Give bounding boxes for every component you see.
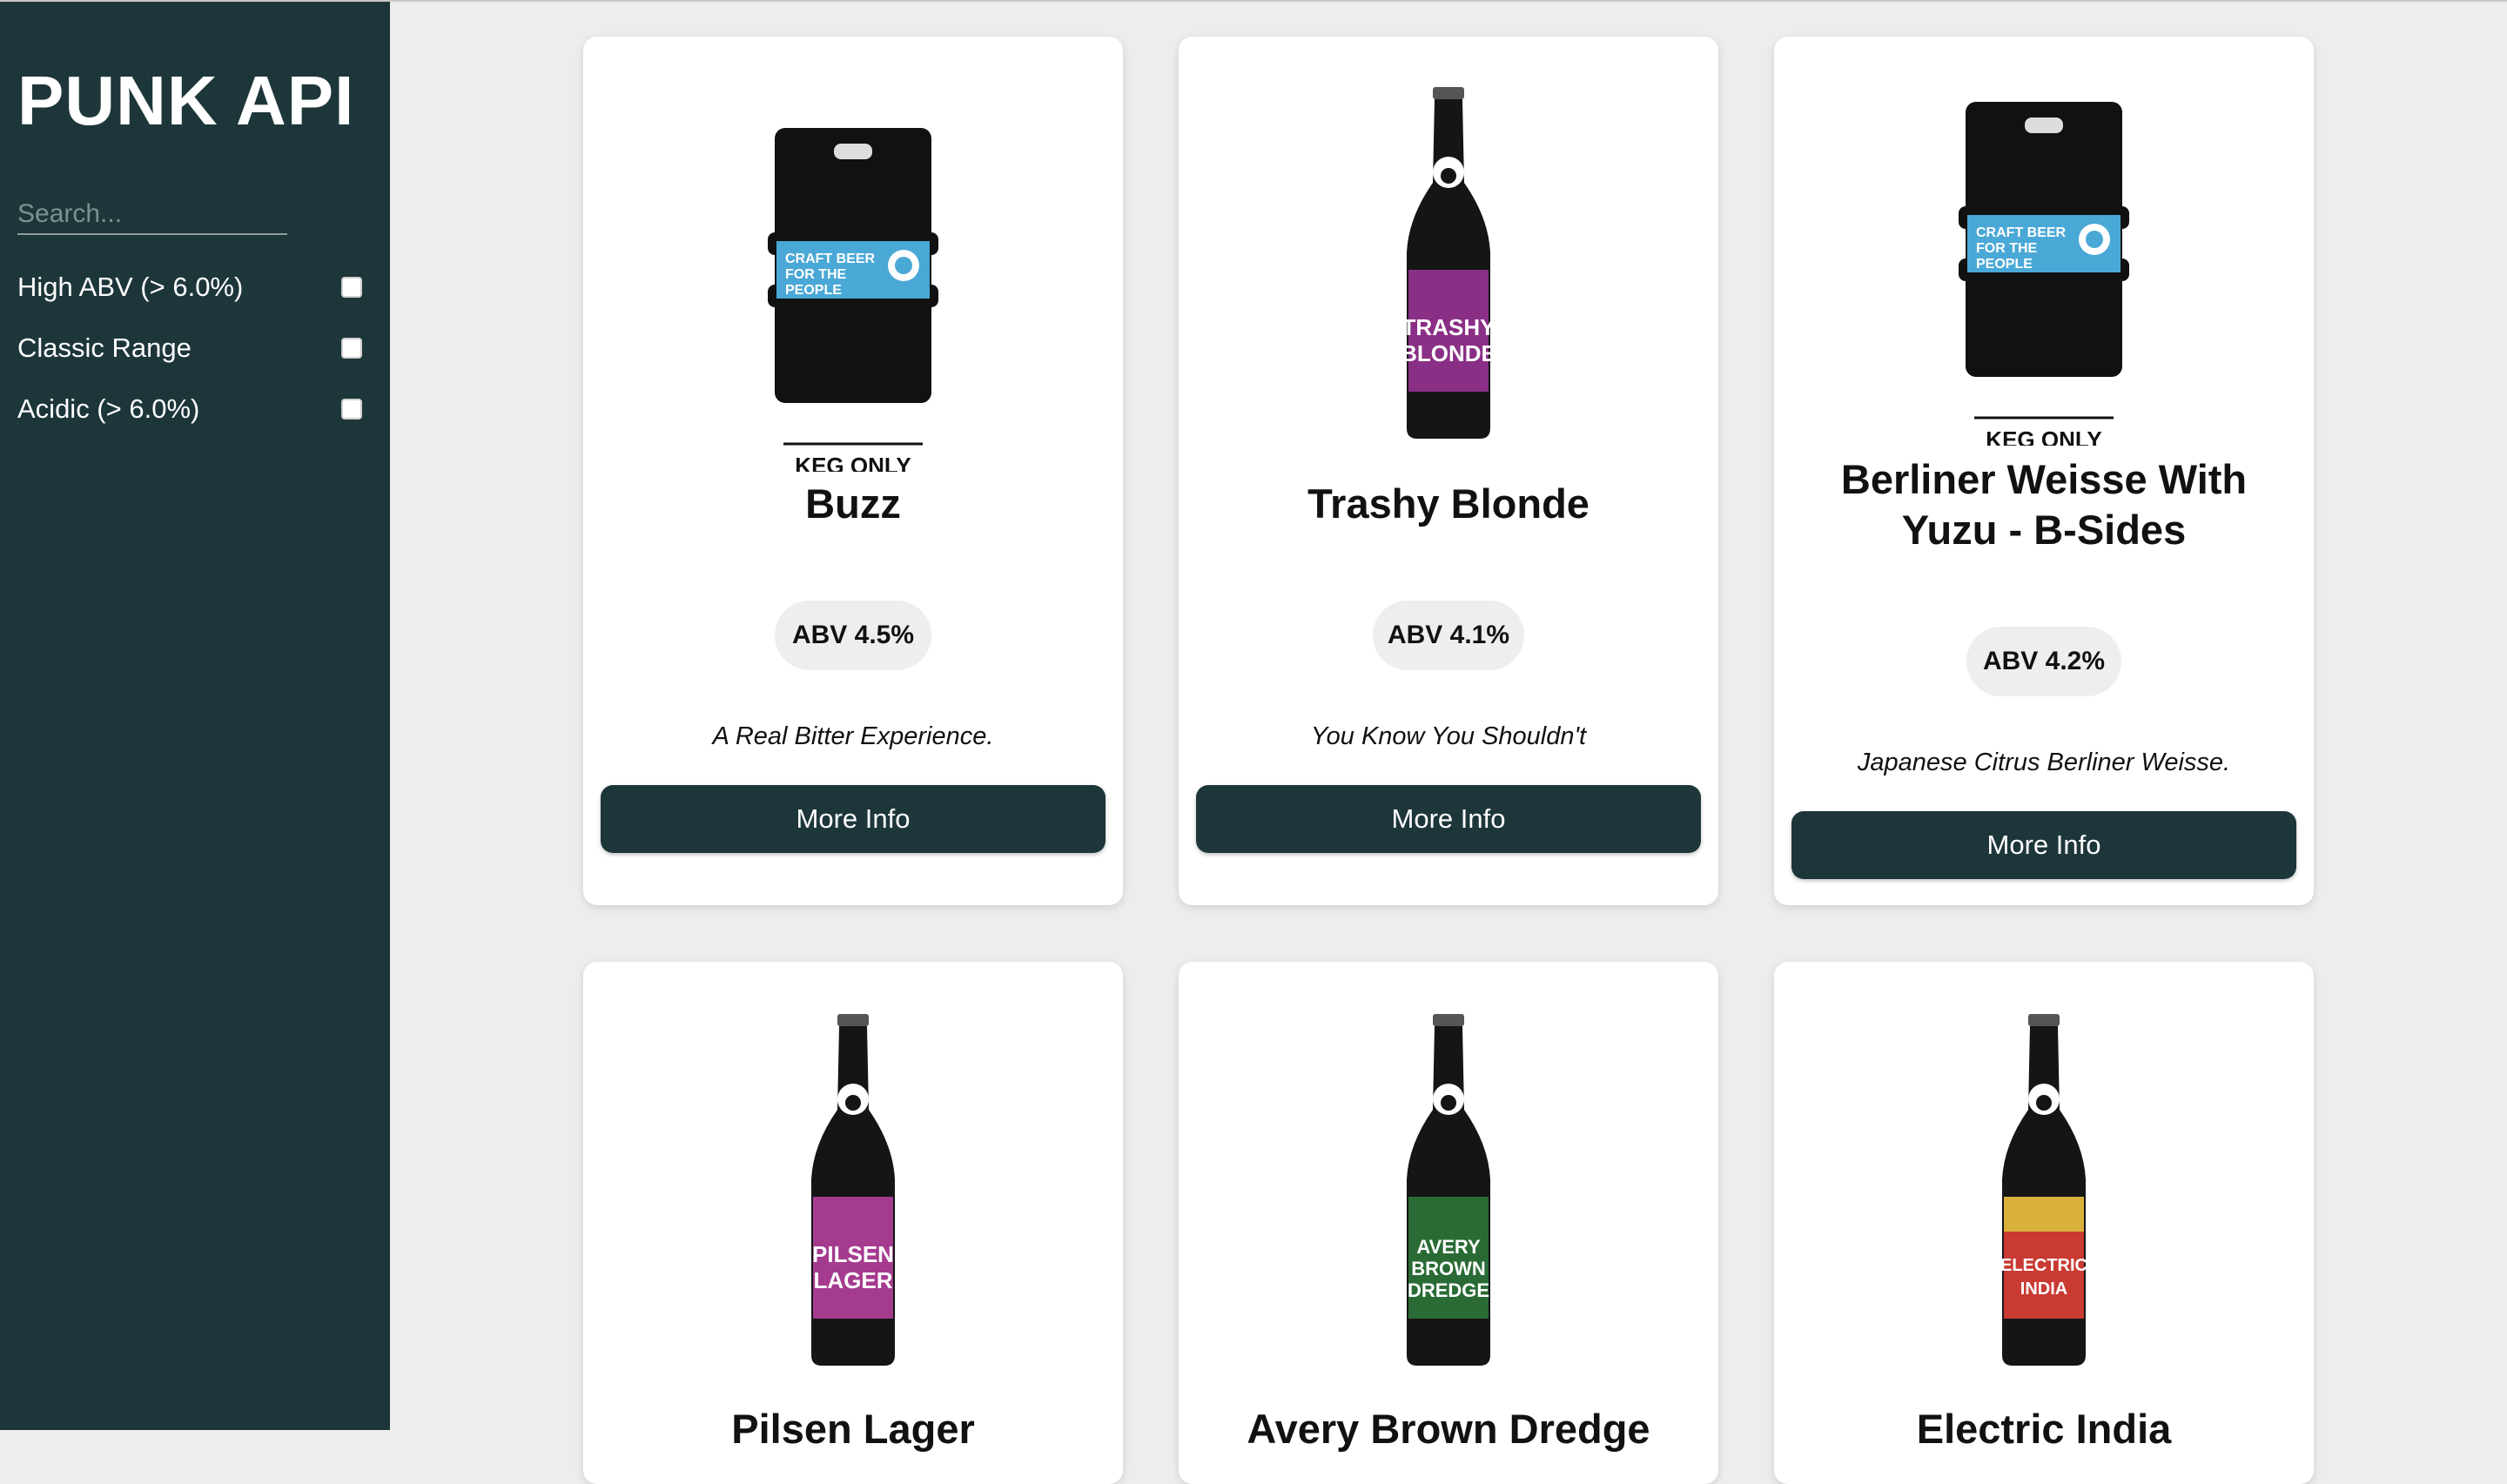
svg-text:PILSEN: PILSEN (812, 1241, 894, 1267)
beer-image: PILSEN LAGER (583, 1014, 1123, 1371)
svg-text:LAGER: LAGER (814, 1267, 893, 1293)
beer-image: TRASHY BLONDE (1179, 87, 1718, 444)
svg-text:KEG ONLY: KEG ONLY (795, 453, 911, 472)
beer-card: ELECTRIC INDIA Electric India (1774, 962, 2314, 1484)
svg-text:INDIA: INDIA (2020, 1279, 2067, 1299)
beer-image: CRAFT BEER FOR THE PEOPLE KEG ONLY (1774, 63, 2314, 446)
filter-classic-range[interactable]: Classic Range (17, 329, 362, 367)
svg-text:AVERY: AVERY (1416, 1236, 1481, 1258)
beer-card: CRAFT BEER FOR THE PEOPLE KEG ONLY Buzz … (583, 37, 1123, 905)
search-input[interactable] (17, 195, 287, 235)
acidic-checkbox[interactable] (341, 399, 362, 420)
svg-text:CRAFT BEER: CRAFT BEER (1976, 225, 2067, 240)
abv-badge: ABV 4.5% (775, 601, 931, 670)
beer-image: CRAFT BEER FOR THE PEOPLE KEG ONLY (583, 89, 1123, 472)
svg-text:DREDGE: DREDGE (1408, 1279, 1489, 1301)
abv-badge: ABV 4.1% (1373, 601, 1524, 670)
beer-image: ELECTRIC INDIA (1774, 1014, 2314, 1371)
svg-text:CRAFT BEER: CRAFT BEER (785, 252, 876, 266)
more-info-button[interactable]: More Info (1791, 811, 2296, 879)
bottle-icon: PILSEN LAGER (811, 1014, 895, 1366)
svg-text:BLONDE: BLONDE (1401, 340, 1496, 366)
beer-image: AVERY BROWN DREDGE (1179, 1014, 1718, 1371)
beer-name: Avery Brown Dredge (1247, 1406, 1650, 1452)
beer-card: PILSEN LAGER Pilsen Lager (583, 962, 1123, 1484)
beer-card: TRASHY BLONDE Trashy Blonde ABV 4.1% You… (1179, 37, 1718, 905)
svg-text:ELECTRIC: ELECTRIC (2000, 1256, 2087, 1275)
more-info-button[interactable]: More Info (601, 785, 1106, 853)
beer-card: AVERY BROWN DREDGE Avery Brown Dredge (1179, 962, 1718, 1484)
svg-text:PEOPLE: PEOPLE (1976, 257, 2033, 272)
beer-name: Pilsen Lager (731, 1406, 975, 1452)
filter-high-abv[interactable]: High ABV (> 6.0%) (17, 268, 362, 306)
bottle-icon: AVERY BROWN DREDGE (1407, 1014, 1490, 1366)
beer-name: Trashy Blonde (1307, 480, 1590, 527)
app-title: PUNK API (17, 62, 355, 139)
beer-name: Electric India (1916, 1406, 2172, 1452)
keg-icon: CRAFT BEER FOR THE PEOPLE KEG ONLY (768, 128, 938, 472)
high-abv-checkbox[interactable] (341, 277, 362, 298)
beer-tagline: You Know You Shouldn't (1310, 722, 1587, 750)
beer-name: Berliner Weisse With Yuzu - B-Sides (1840, 456, 2248, 553)
bottle-icon: TRASHY BLONDE (1401, 87, 1496, 439)
more-info-button[interactable]: More Info (1196, 785, 1701, 853)
beer-name: Buzz (805, 480, 901, 527)
keg-icon: CRAFT BEER FOR THE PEOPLE KEG ONLY (1959, 102, 2129, 446)
svg-text:FOR THE: FOR THE (1976, 241, 2038, 256)
beer-card: CRAFT BEER FOR THE PEOPLE KEG ONLY Berli… (1774, 37, 2314, 905)
filter-label: High ABV (> 6.0%) (17, 272, 244, 302)
filter-label: Acidic (> 6.0%) (17, 393, 200, 424)
beer-tagline: A Real Bitter Experience. (712, 722, 994, 750)
svg-text:KEG ONLY: KEG ONLY (1986, 426, 2101, 446)
svg-text:BROWN: BROWN (1411, 1258, 1486, 1279)
bottle-icon: ELECTRIC INDIA (2000, 1014, 2087, 1366)
top-border (0, 0, 2507, 2)
sidebar: PUNK API High ABV (> 6.0%) Classic Range… (0, 0, 390, 1430)
svg-text:TRASHY: TRASHY (1402, 314, 1495, 340)
filter-label: Classic Range (17, 332, 192, 363)
abv-badge: ABV 4.2% (1966, 627, 2121, 696)
filter-acidic[interactable]: Acidic (> 6.0%) (17, 390, 362, 428)
svg-text:PEOPLE: PEOPLE (785, 283, 842, 298)
classic-range-checkbox[interactable] (341, 338, 362, 359)
svg-text:FOR THE: FOR THE (785, 267, 847, 282)
beer-tagline: Japanese Citrus Berliner Weisse. (1857, 749, 2231, 776)
